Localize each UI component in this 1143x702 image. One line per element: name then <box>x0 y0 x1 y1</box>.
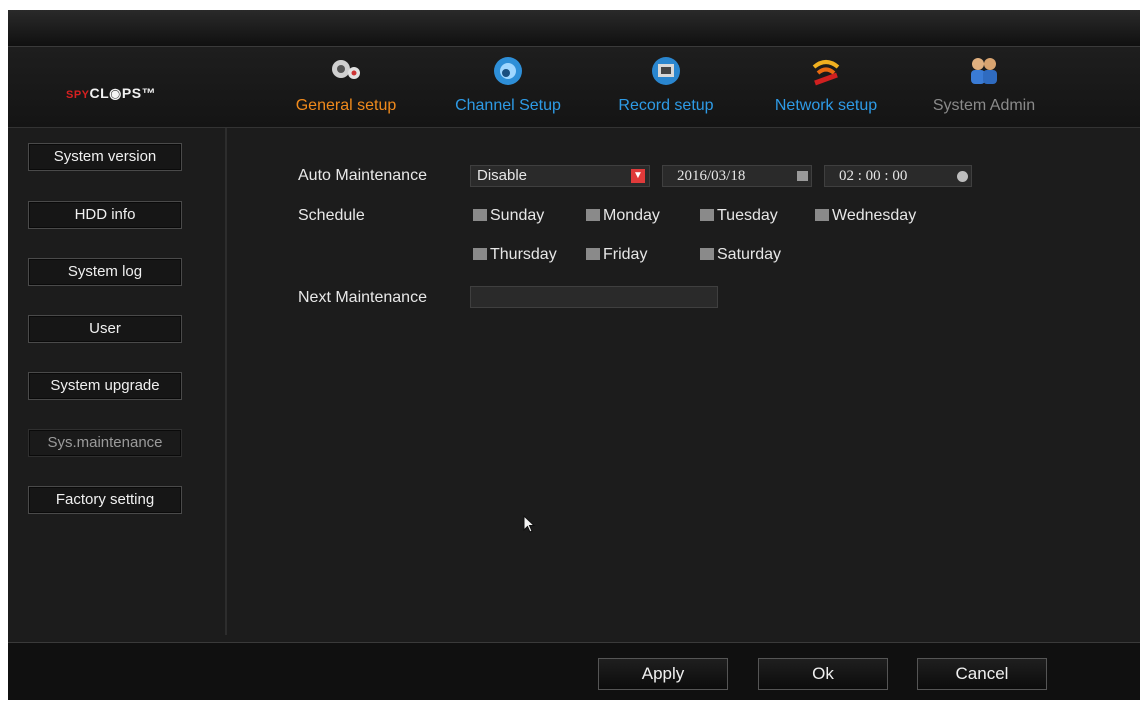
checkbox-monday[interactable]: Monday <box>586 207 660 225</box>
auto-maintenance-value: Disable <box>477 167 528 184</box>
date-field[interactable]: 2016/03/18 <box>662 165 812 187</box>
mouse-cursor-icon <box>523 515 536 533</box>
tab-general-setup[interactable]: General setup <box>276 55 416 115</box>
top-bezel <box>8 10 1140 47</box>
checkbox-box <box>700 248 714 260</box>
auto-maintenance-select[interactable]: Disable ▼ <box>470 165 650 187</box>
clock-icon <box>957 171 968 182</box>
dvr-window: SPYCL◉PS™ General setup Channel Setup Re… <box>8 10 1140 700</box>
checkbox-sunday[interactable]: Sunday <box>473 207 544 225</box>
date-value: 2016/03/18 <box>677 168 746 184</box>
checkbox-wednesday[interactable]: Wednesday <box>815 207 916 225</box>
auto-maintenance-label: Auto Maintenance <box>298 167 427 184</box>
tab-label: General setup <box>295 97 397 114</box>
gears-icon <box>332 60 360 79</box>
checkbox-friday[interactable]: Friday <box>586 246 647 264</box>
tab-label: Network setup <box>774 97 878 114</box>
footer-bar: Apply Ok Cancel <box>8 642 1140 700</box>
wifi-icon <box>812 60 840 86</box>
schedule-label: Schedule <box>298 207 365 224</box>
sidebar-divider <box>225 128 227 635</box>
header-bar: SPYCL◉PS™ General setup Channel Setup Re… <box>8 47 1140 128</box>
time-value: 02 : 00 : 00 <box>839 168 908 184</box>
sidebar-item-user[interactable]: User <box>28 315 182 343</box>
ok-button[interactable]: Ok <box>758 658 888 690</box>
users-icon <box>971 58 997 84</box>
checkbox-box <box>700 209 714 221</box>
sidebar-item-system-version[interactable]: System version <box>28 143 182 171</box>
recorder-icon <box>652 57 680 85</box>
sidebar-item-system-log[interactable]: System log <box>28 258 182 286</box>
sidebar-item-hdd-info[interactable]: HDD info <box>28 201 182 229</box>
next-maintenance-label: Next Maintenance <box>298 289 427 306</box>
checkbox-saturday[interactable]: Saturday <box>700 246 781 264</box>
next-maintenance-field <box>470 286 718 308</box>
checkbox-box <box>586 209 600 221</box>
checkbox-box <box>815 209 829 221</box>
sidebar-item-system-upgrade[interactable]: System upgrade <box>28 372 182 400</box>
checkbox-tuesday[interactable]: Tuesday <box>700 207 778 225</box>
sidebar-item-sys-maintenance[interactable]: Sys.maintenance <box>28 429 182 457</box>
brand-logo: SPYCL◉PS™ <box>66 85 157 101</box>
checkbox-box <box>586 248 600 260</box>
dropdown-arrow-icon: ▼ <box>631 169 645 183</box>
checkbox-box <box>473 248 487 260</box>
checkbox-thursday[interactable]: Thursday <box>473 246 557 264</box>
tab-network-setup[interactable]: Network setup <box>756 55 896 115</box>
calendar-icon <box>797 171 808 181</box>
tab-channel-setup[interactable]: Channel Setup <box>438 55 578 115</box>
cancel-button[interactable]: Cancel <box>917 658 1047 690</box>
tab-label: System Admin <box>932 97 1036 114</box>
tab-label: Record setup <box>618 97 714 114</box>
camera-icon <box>494 57 522 85</box>
sidebar-item-factory-setting[interactable]: Factory setting <box>28 486 182 514</box>
tab-label: Channel Setup <box>455 97 561 114</box>
time-field[interactable]: 02 : 00 : 00 <box>824 165 972 187</box>
checkbox-box <box>473 209 487 221</box>
tab-record-setup[interactable]: Record setup <box>596 55 736 115</box>
apply-button[interactable]: Apply <box>598 658 728 690</box>
tab-system-admin[interactable]: System Admin <box>914 55 1054 115</box>
